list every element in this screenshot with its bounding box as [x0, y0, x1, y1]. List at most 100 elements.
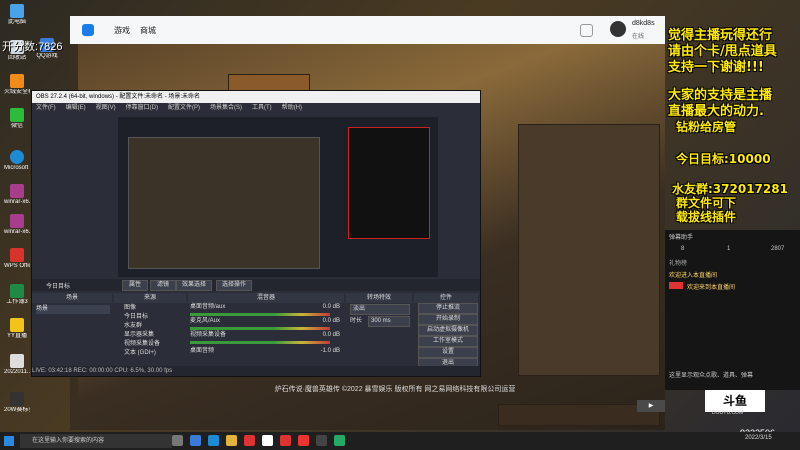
- obs-status-bar: LIVE: 03:42:18 REC: 00:00:00 CPU: 6.5%, …: [32, 366, 480, 376]
- overlay-line-3: 支持一下谢谢!!!: [668, 60, 764, 75]
- virtual-cam-button[interactable]: 启动虚拟摄像机: [418, 325, 478, 336]
- obs-icon[interactable]: [316, 435, 327, 446]
- audio-meter: [190, 313, 330, 316]
- game-floor: [498, 404, 660, 426]
- duration-label: 时长: [350, 318, 363, 324]
- ops-button[interactable]: 选择操作: [216, 280, 252, 291]
- desktop-icon-workbook[interactable]: 工作簿3: [4, 284, 30, 306]
- badge: [669, 282, 683, 289]
- task-view-icon[interactable]: [172, 435, 183, 446]
- duration-input[interactable]: 300 ms: [368, 316, 410, 327]
- filter-button[interactable]: 滤镜: [150, 280, 176, 291]
- studio-mode-button[interactable]: 工作室模式: [418, 336, 478, 347]
- huorong-icon: [10, 74, 24, 88]
- mixer-channel: 视频采集设备 0.0 dB: [190, 332, 340, 338]
- edge-icon: [10, 150, 24, 164]
- menu-docks[interactable]: 停靠窗口(D): [126, 105, 158, 111]
- obs-preview[interactable]: [118, 117, 438, 277]
- obs-title-bar: OBS 27.2.4 (64-bit, windows) - 配置文件:未命名 …: [32, 91, 480, 103]
- chat-tab[interactable]: 礼物榜: [669, 258, 687, 267]
- chat-title: 弹幕助手: [669, 235, 694, 241]
- game-door: [518, 124, 660, 376]
- excel-icon: [10, 284, 24, 298]
- props-button[interactable]: 属性: [122, 280, 148, 291]
- taskbar-app-icon[interactable]: [190, 435, 201, 446]
- taskbar-app-icon[interactable]: [334, 435, 345, 446]
- tab-game[interactable]: 游戏: [114, 25, 130, 36]
- audio-meter: [190, 341, 330, 344]
- start-icon[interactable]: [4, 436, 14, 446]
- douyu-footer: DOUYU.COM: [712, 410, 744, 416]
- desktop-icon-wps[interactable]: WPS Office: [4, 248, 30, 270]
- winrar-icon: [10, 184, 24, 198]
- scene-item[interactable]: 场景: [36, 305, 110, 314]
- folder-icon[interactable]: [226, 435, 237, 446]
- overlay-line-6: 钻粉给房管: [676, 120, 737, 134]
- video-icon: [10, 392, 24, 406]
- preview-nested-screen: [128, 137, 320, 269]
- overlay-line-10: 载拔线插件: [676, 210, 737, 224]
- tab-mall[interactable]: 商城: [140, 25, 156, 36]
- wps-icon: [10, 248, 24, 262]
- fx-button[interactable]: 效果选择: [176, 280, 212, 291]
- menu-help[interactable]: 帮助(H): [282, 105, 302, 111]
- desktop-icon-file[interactable]: 2022011...: [4, 354, 30, 376]
- file-icon: [10, 354, 24, 368]
- chat-message: 欢迎进入本直播间: [669, 273, 718, 279]
- computer-icon: [10, 4, 24, 18]
- taskbar: 在这里输入你要搜索的内容 2022/3/15: [0, 432, 800, 450]
- controls-header: 控件: [414, 293, 478, 303]
- menu-scene-collection[interactable]: 场景集合(S): [210, 105, 242, 111]
- menu-tools[interactable]: 工具(T): [252, 105, 272, 111]
- overlay-line-7: 今日目标:10000: [676, 152, 771, 166]
- menu-view[interactable]: 视图(V): [96, 105, 116, 111]
- source-goal[interactable]: 今日目标: [124, 313, 148, 322]
- desktop-icon-yy[interactable]: YY直播: [4, 318, 30, 340]
- edge-icon[interactable]: [208, 435, 219, 446]
- avatar[interactable]: [610, 21, 626, 37]
- obs-scene-toolbar: 今日目标 属性 滤镜 效果选择 选择操作: [32, 279, 480, 291]
- scenes-header: 场景: [32, 293, 112, 303]
- mixer-channel: 桌面音频/aux 0.0 dB: [190, 304, 340, 310]
- source-text[interactable]: 文本 (GDI+): [124, 349, 156, 358]
- start-record-button[interactable]: 开始录制: [418, 314, 478, 325]
- source-video[interactable]: 视频采集设备: [124, 340, 160, 349]
- mixer-header: 混音器: [188, 293, 344, 303]
- taskbar-app-icon[interactable]: [298, 435, 309, 446]
- user-status: 在线: [632, 34, 645, 40]
- desktop-icon-this-pc[interactable]: 此电脑: [4, 4, 30, 26]
- desktop-icon-winrar1[interactable]: winrar-x6...: [4, 184, 30, 206]
- current-scene-label: 今日目标: [46, 284, 71, 290]
- stop-stream-button[interactable]: 停止推流: [418, 303, 478, 314]
- notification-icon[interactable]: [580, 24, 593, 37]
- game-button[interactable]: ▶: [637, 400, 665, 412]
- menu-profile[interactable]: 配置文件(P): [168, 105, 200, 111]
- desktop-icon-video[interactable]: 20W赛标实现: [4, 392, 30, 414]
- source-image[interactable]: 图像: [124, 304, 136, 313]
- desktop-icon-winrar2[interactable]: winrar-x6...: [4, 214, 30, 236]
- chrome-icon[interactable]: [262, 435, 273, 446]
- desktop-icon-wechat[interactable]: 微信: [4, 108, 30, 130]
- settings-button[interactable]: 设置: [418, 347, 478, 358]
- audio-meter: [190, 327, 330, 330]
- taskbar-app-icon[interactable]: [280, 435, 291, 446]
- clock: 2022/3/15: [745, 435, 772, 441]
- obs-window: OBS 27.2.4 (64-bit, windows) - 配置文件:未命名 …: [31, 90, 481, 377]
- chat-log: [669, 300, 794, 330]
- mixer-channel: 麦克风/Aux 0.0 dB: [190, 318, 340, 324]
- douyu-logo: 斗鱼: [705, 390, 765, 412]
- yy-icon: [10, 318, 24, 332]
- menu-edit[interactable]: 编辑(E): [66, 105, 86, 111]
- source-group[interactable]: 水友群: [124, 322, 142, 331]
- sources-header: 来源: [114, 293, 186, 303]
- source-display[interactable]: 显示器采集: [124, 331, 154, 340]
- menu-file[interactable]: 文件(F): [36, 105, 56, 111]
- obs-menu-bar: 文件(F) 编辑(E) 视图(V) 停靠窗口(D) 配置文件(P) 场景集合(S) 工具(T…: [32, 103, 480, 113]
- wechat-icon: [10, 108, 24, 122]
- desktop-icon-edge[interactable]: Microsoft Edge: [4, 150, 30, 172]
- taskbar-app-icon[interactable]: [244, 435, 255, 446]
- chat-notice: 这里显示观众点歌、道具、弹幕: [669, 373, 754, 379]
- desktop-icon-huorong[interactable]: 火绒安全软件: [4, 74, 30, 96]
- transition-select[interactable]: 淡出: [350, 304, 410, 315]
- taskbar-search[interactable]: 在这里输入你要搜索的内容: [20, 434, 172, 448]
